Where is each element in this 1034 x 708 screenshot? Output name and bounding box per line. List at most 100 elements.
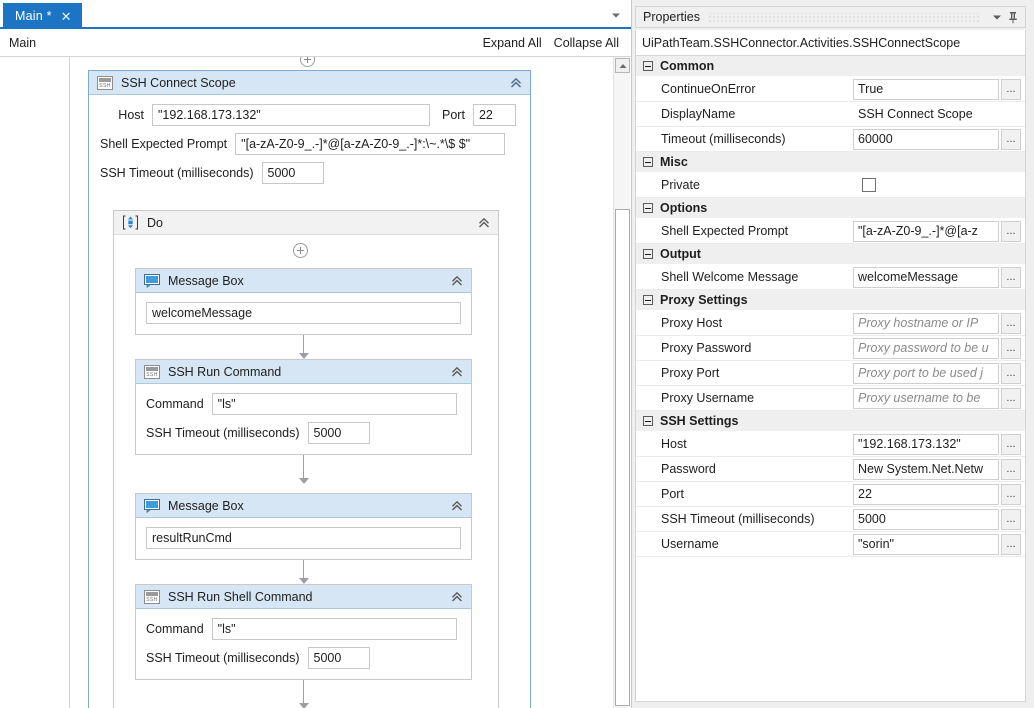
property-ellipsis-button[interactable]: ... [1001, 78, 1021, 100]
activity-header[interactable]: SSH SSH Run Command [136, 360, 471, 384]
chevron-up-double-icon[interactable] [449, 364, 465, 380]
property-input[interactable]: Proxy hostname or IP [853, 312, 999, 334]
add-activity-button[interactable] [293, 243, 308, 258]
property-ellipsis-button[interactable]: ... [1001, 337, 1021, 359]
property-ellipsis-button[interactable]: ... [1001, 508, 1021, 530]
ssh-timeout-input[interactable]: 5000 [307, 647, 370, 669]
collapse-toggle-icon[interactable] [643, 295, 653, 305]
property-ellipsis-button[interactable]: ... [1001, 362, 1021, 384]
activity-message-box-1[interactable]: Message Box welcomeMessage [135, 268, 472, 335]
property-label: Proxy Username [661, 391, 755, 405]
activity-ssh-connect-scope[interactable]: SSH SSH Connect Scope Host "192.168.173.… [88, 70, 531, 708]
property-input[interactable]: "sorin" [853, 533, 999, 555]
chevron-up-double-icon[interactable] [449, 498, 465, 514]
property-ellipsis-button[interactable]: ... [1001, 483, 1021, 505]
activity-header[interactable]: SSH SSH Connect Scope [89, 71, 530, 95]
property-group-header[interactable]: Misc [636, 152, 1025, 173]
properties-pane: Properties UiPathTeam.SSHConnector.Activ… [631, 0, 1034, 708]
collapse-toggle-icon[interactable] [643, 61, 653, 71]
property-ellipsis-button[interactable]: ... [1001, 458, 1021, 480]
chevron-up-double-icon[interactable] [508, 75, 524, 91]
property-input[interactable]: Proxy password to be u [853, 337, 999, 359]
drag-handle[interactable] [707, 12, 981, 22]
property-value: "192.168.173.132"... [853, 433, 1025, 455]
collapse-toggle-icon[interactable] [643, 157, 653, 167]
scrollbar-thumb[interactable] [615, 209, 630, 706]
command-input[interactable]: "ls" [211, 393, 457, 415]
collapse-toggle-icon[interactable] [643, 249, 653, 259]
activity-do-sequence[interactable]: Do Message Box welcomeMessage SSH SSH Ru… [113, 210, 499, 708]
property-group-header[interactable]: Options [636, 198, 1025, 219]
do-header[interactable]: Do [114, 211, 498, 235]
property-group-label: Options [660, 201, 708, 215]
command-input[interactable]: "ls" [211, 618, 457, 640]
property-row: Timeout (milliseconds) 60000... [636, 127, 1025, 152]
property-row: Port 22... [636, 482, 1025, 507]
property-input[interactable]: True [853, 78, 999, 100]
message-input[interactable]: welcomeMessage [146, 302, 461, 324]
property-input[interactable]: Proxy username to be [853, 387, 999, 409]
property-checkbox[interactable] [862, 178, 876, 192]
activity-message-box-2[interactable]: Message Box resultRunCmd [135, 493, 472, 560]
message-box-icon [144, 273, 160, 288]
scroll-up-arrow-icon[interactable] [615, 58, 630, 73]
collapse-all-button[interactable]: Collapse All [554, 36, 619, 50]
property-input[interactable]: "[a-zA-Z0-9_.-]*@[a-z [853, 220, 999, 242]
property-input[interactable]: 5000 [853, 508, 999, 530]
chevron-up-double-icon[interactable] [449, 273, 465, 289]
activity-ssh-run-shell-command[interactable]: SSH SSH Run Shell Command Command "ls" S… [135, 584, 472, 680]
chevron-up-double-icon[interactable] [449, 589, 465, 605]
property-input[interactable]: welcomeMessage [853, 266, 999, 288]
property-input[interactable]: 22 [853, 483, 999, 505]
property-ellipsis-button[interactable]: ... [1001, 387, 1021, 409]
property-value: "sorin"... [853, 533, 1025, 555]
ssh-timeout-input[interactable]: 5000 [261, 162, 324, 184]
expand-all-button[interactable]: Expand All [483, 36, 542, 50]
property-ellipsis-button[interactable]: ... [1001, 128, 1021, 150]
property-group-header[interactable]: Common [636, 56, 1025, 77]
close-icon[interactable]: ✕ [58, 10, 75, 23]
activity-body: Command "ls" SSH Timeout (milliseconds) … [136, 384, 471, 454]
add-activity-above-button[interactable] [300, 57, 315, 67]
property-group-header[interactable]: Proxy Settings [636, 290, 1025, 311]
workflow-canvas[interactable]: SSH SSH Connect Scope Host "192.168.173.… [0, 57, 617, 708]
host-label: Host [118, 108, 144, 122]
property-ellipsis-button[interactable]: ... [1001, 312, 1021, 334]
message-input[interactable]: resultRunCmd [146, 527, 461, 549]
breadcrumb-path[interactable]: Main [9, 36, 36, 50]
property-value: New System.Net.Netw... [853, 458, 1025, 480]
pin-icon[interactable] [1005, 9, 1021, 25]
property-input[interactable]: 60000 [853, 128, 999, 150]
property-ellipsis-button[interactable]: ... [1001, 433, 1021, 455]
activity-header[interactable]: SSH SSH Run Shell Command [136, 585, 471, 609]
property-ellipsis-button[interactable]: ... [1001, 220, 1021, 242]
property-ellipsis-button[interactable]: ... [1001, 533, 1021, 555]
chevron-up-double-icon[interactable] [476, 215, 492, 231]
chevron-down-icon[interactable] [989, 9, 1005, 25]
connector [303, 454, 304, 480]
collapse-toggle-icon[interactable] [643, 416, 653, 426]
shell-expected-prompt-input[interactable]: "[a-zA-Z0-9_.-]*@[a-zA-Z0-9_.-]*:\~.*\$ … [235, 133, 506, 155]
canvas-body: SSH SSH Connect Scope Host "192.168.173.… [71, 57, 617, 708]
ssh-icon: SSH [144, 364, 160, 379]
property-input[interactable]: SSH Connect Scope [853, 103, 999, 125]
activity-header[interactable]: Message Box [136, 269, 471, 293]
property-ellipsis-button[interactable]: ... [1001, 266, 1021, 288]
port-input[interactable]: 22 [472, 104, 516, 126]
activity-ssh-run-command[interactable]: SSH SSH Run Command Command "ls" SSH Tim… [135, 359, 472, 455]
tab-main[interactable]: Main * ✕ [3, 3, 82, 29]
property-group-header[interactable]: Output [636, 244, 1025, 265]
designer-vertical-scrollbar[interactable] [613, 57, 630, 708]
ssh-timeout-input[interactable]: 5000 [307, 422, 370, 444]
activity-header[interactable]: Message Box [136, 494, 471, 518]
property-group-header[interactable]: SSH Settings [636, 411, 1025, 432]
chevron-down-icon[interactable] [609, 8, 623, 22]
host-input[interactable]: "192.168.173.132" [152, 104, 430, 126]
ssh-timeout-label: SSH Timeout (milliseconds) [100, 166, 254, 180]
property-value [853, 178, 1025, 192]
property-input[interactable]: New System.Net.Netw [853, 458, 999, 480]
property-row: SSH Timeout (milliseconds) 5000... [636, 507, 1025, 532]
collapse-toggle-icon[interactable] [643, 203, 653, 213]
property-input[interactable]: Proxy port to be used j [853, 362, 999, 384]
property-input[interactable]: "192.168.173.132" [853, 433, 999, 455]
